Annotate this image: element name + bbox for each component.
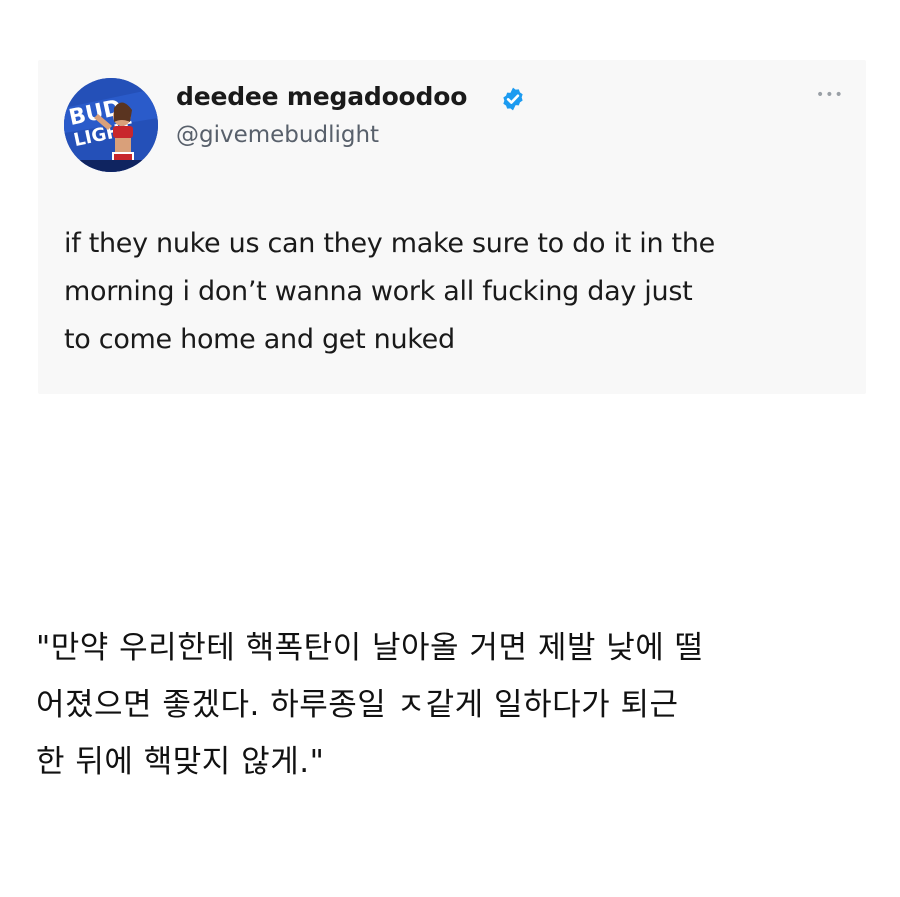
tweet-text: if they nuke us can they make sure to do… [64,220,854,364]
display-name[interactable]: deedee megadoodoo [176,82,467,111]
verified-badge-icon [503,87,523,111]
profile-avatar[interactable]: BUD LIGHT [64,78,158,172]
more-options-icon[interactable]: ••• [816,88,844,102]
tweet-text-line: morning i don’t wanna work all fucking d… [64,276,693,307]
avatar-image-icon: BUD LIGHT [64,78,158,172]
tweet-card[interactable]: BUD LIGHT deedee megadoodoo @givemebudli… [38,60,866,394]
tweet-text-line: if they nuke us can they make sure to do… [64,228,715,259]
translation-line: 어졌으면 좋겠다. 하루종일 ㅈ같게 일하다가 퇴근 [36,687,679,723]
user-handle[interactable]: @givemebudlight [176,122,379,148]
korean-translation: "만약 우리한테 핵폭탄이 날아올 거면 제발 낮에 떨 어졌으면 좋겠다. 하… [36,620,876,791]
translation-line: 한 뒤에 핵맞지 않게." [36,744,325,780]
translation-line: "만약 우리한테 핵폭탄이 날아올 거면 제발 낮에 떨 [36,630,704,666]
tweet-text-line: to come home and get nuked [64,324,455,355]
